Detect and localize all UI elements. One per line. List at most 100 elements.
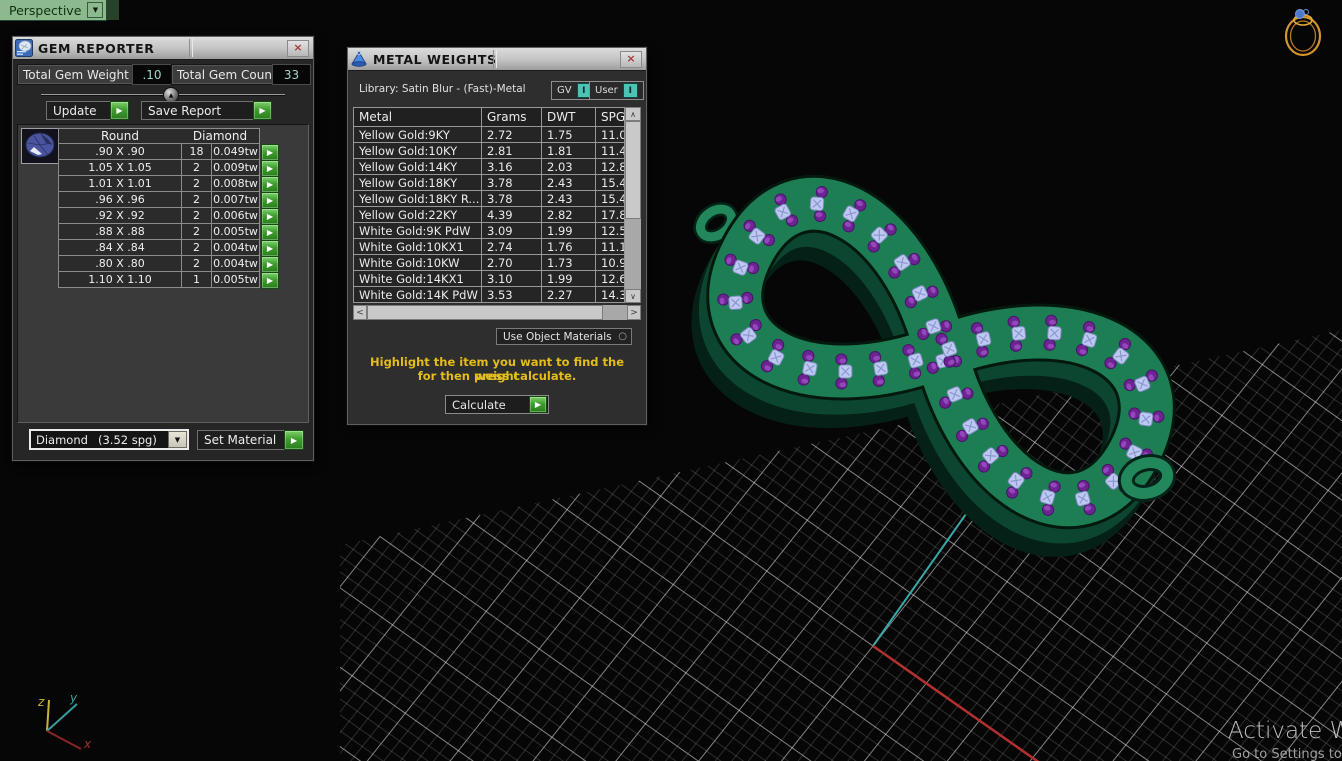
material-select[interactable]: Diamond (3.52 spg) ▼	[29, 429, 189, 450]
viewport-title-tab[interactable]: Perspective ▼	[0, 0, 108, 21]
brand-ring-icon	[1284, 9, 1322, 57]
green-arrow-icon: ▶	[266, 260, 274, 269]
green-arrow-icon: ▶	[529, 396, 547, 413]
total-gem-weight-value: .10	[132, 64, 172, 85]
gv-toggle-button[interactable]: GV I	[551, 81, 594, 100]
metal-table-row[interactable]: White Gold:14KX1 3.10 1.99 12.61	[353, 271, 625, 287]
close-icon[interactable]: ×	[287, 40, 309, 57]
metal-weights-titlebar[interactable]: METAL WEIGHTS ×	[348, 48, 646, 71]
gem-table-row[interactable]: .88 X .88 2 0.005tw ▶	[58, 224, 279, 241]
column-header-diamond: Diamond	[181, 128, 260, 144]
green-arrow-icon: ▶	[116, 106, 123, 115]
column-header-round: Round	[58, 128, 181, 144]
gem-table-row[interactable]: .96 X .96 2 0.007tw ▶	[58, 192, 279, 209]
gem-reporter-window: GEM REPORTER × Total Gem Weight .10 Tota…	[12, 36, 314, 461]
row-select-button[interactable]: ▶	[261, 208, 279, 225]
metal-table-row[interactable]: Yellow Gold:22KY 4.39 2.82 17.89	[353, 207, 625, 223]
gem-table-row[interactable]: .84 X .84 2 0.004tw ▶	[58, 240, 279, 257]
metal-weights-window: METAL WEIGHTS × Library: Satin Blur - (F…	[347, 47, 647, 425]
green-arrow-icon: ▶	[266, 228, 274, 237]
user-indicator-icon: I	[622, 83, 638, 98]
green-arrow-icon: ▶	[266, 196, 274, 205]
tab-edge-decoration	[107, 0, 120, 20]
scroll-up-icon[interactable]: ∧	[625, 107, 641, 121]
green-arrow-icon: ▶	[266, 212, 274, 221]
library-label: Library: Satin Blur - (Fast)-Metal	[359, 83, 526, 95]
titlebar-groove	[493, 50, 497, 68]
gem-table-header: Round Diamond	[58, 128, 260, 144]
titlebar-groove	[189, 39, 193, 57]
viewport-menu-arrow-icon[interactable]: ▼	[87, 2, 104, 18]
axis-x-label: x	[83, 737, 92, 751]
horizontal-scrollbar-thumb[interactable]	[367, 305, 603, 320]
gem-shape-thumbnail[interactable]	[21, 128, 61, 164]
row-select-button[interactable]: ▶	[261, 160, 279, 177]
metal-table-row[interactable]: White Gold:10KW 2.70 1.73 10.99	[353, 255, 625, 271]
update-go-button[interactable]: ▶	[110, 101, 129, 120]
use-object-materials-button[interactable]: Use Object Materials ○	[496, 328, 632, 345]
radio-circle-icon: ○	[618, 331, 627, 342]
scroll-right-icon[interactable]: >	[627, 305, 641, 320]
green-arrow-icon: ▶	[266, 148, 274, 157]
gem-table-row[interactable]: 1.01 X 1.01 2 0.008tw ▶	[58, 176, 279, 193]
metal-table-row[interactable]: Yellow Gold:10KY 2.81 1.81 11.45	[353, 143, 625, 159]
row-select-button[interactable]: ▶	[261, 176, 279, 193]
panel-title: GEM REPORTER	[38, 40, 155, 56]
slider-arrow-icon: ▲	[168, 91, 174, 99]
calculate-button[interactable]: Calculate ▶	[445, 395, 549, 414]
metal-table-row[interactable]: White Gold:9K PdW 3.09 1.99 12.59	[353, 223, 625, 239]
save-report-button[interactable]: Save Report	[141, 101, 265, 120]
row-select-button[interactable]: ▶	[261, 240, 279, 257]
green-arrow-icon: ▶	[290, 435, 298, 445]
row-select-button[interactable]: ▶	[261, 272, 279, 289]
close-icon[interactable]: ×	[620, 51, 642, 68]
vertical-scrollbar[interactable]: ∧ ∨	[625, 107, 641, 303]
user-toggle-button[interactable]: User I	[589, 81, 644, 100]
row-select-button[interactable]: ▶	[261, 192, 279, 209]
metal-table-row[interactable]: Yellow Gold:14KY 3.16 2.03 12.88	[353, 159, 625, 175]
scroll-left-icon[interactable]: <	[353, 305, 367, 320]
axis-z-label: z	[37, 695, 45, 709]
vertical-scrollbar-thumb[interactable]	[625, 121, 641, 219]
green-arrow-icon: ▶	[266, 164, 274, 173]
instruction-text-line2: for then press calculate.	[417, 369, 577, 383]
set-material-button[interactable]: Set Material	[197, 430, 296, 450]
activate-windows-watermark: Activate Win	[1228, 718, 1342, 744]
green-arrow-icon: ▶	[266, 244, 274, 253]
metal-table-header: Metal Grams DWT SPG	[353, 107, 625, 127]
total-gem-count-label: Total Gem Count	[171, 64, 283, 85]
panel-title: METAL WEIGHTS	[373, 51, 497, 67]
axis-y-label: y	[69, 691, 78, 705]
gem-report-icon	[15, 39, 33, 57]
metal-table-row[interactable]: Yellow Gold:18KY 3.78 2.43 15.41	[353, 175, 625, 191]
gem-table-row[interactable]: 1.05 X 1.05 2 0.009tw ▶	[58, 160, 279, 177]
gem-table-row[interactable]: .90 X .90 18 0.049tw ▶	[58, 144, 279, 161]
green-arrow-icon: ▶	[259, 106, 266, 115]
select-dropdown-arrow-icon[interactable]: ▼	[168, 431, 187, 448]
axis-gizmo: z y x	[37, 691, 92, 751]
horizontal-scrollbar[interactable]: < >	[353, 305, 641, 320]
metal-table-row[interactable]: Yellow Gold:9KY 2.72 1.75 11.08	[353, 127, 625, 143]
gem-table-row[interactable]: .92 X .92 2 0.006tw ▶	[58, 208, 279, 225]
gem-reporter-titlebar[interactable]: GEM REPORTER ×	[13, 37, 313, 60]
metal-weights-icon	[351, 50, 367, 67]
row-select-button[interactable]: ▶	[261, 144, 279, 161]
save-report-go-button[interactable]: ▶	[253, 101, 272, 120]
viewport-title: Perspective	[9, 2, 82, 18]
row-select-button[interactable]: ▶	[261, 224, 279, 241]
total-gem-weight-label: Total Gem Weight	[17, 64, 143, 85]
metal-table-row[interactable]: White Gold:14K PdW 3.53 2.27 14.37	[353, 287, 625, 303]
metal-table-row[interactable]: Yellow Gold:18KY R... 3.78 2.43 15.41	[353, 191, 625, 207]
application-window: z y x Activate Win Go to Settings to Per…	[0, 0, 1342, 761]
green-arrow-icon: ▶	[266, 276, 274, 285]
row-select-button[interactable]: ▶	[261, 256, 279, 273]
metal-table-row[interactable]: White Gold:10KX1 2.74 1.76 11.18	[353, 239, 625, 255]
activate-windows-watermark-sub: Go to Settings to	[1232, 747, 1342, 761]
gem-table-row[interactable]: .80 X .80 2 0.004tw ▶	[58, 256, 279, 273]
green-arrow-icon: ▶	[266, 180, 274, 189]
set-material-go-button[interactable]: ▶	[284, 430, 304, 450]
scroll-down-icon[interactable]: ∨	[625, 289, 641, 303]
gem-table-row[interactable]: 1.10 X 1.10 1 0.005tw ▶	[58, 272, 279, 289]
total-gem-count-value: 33	[272, 64, 311, 85]
round-gem-icon	[25, 132, 55, 158]
